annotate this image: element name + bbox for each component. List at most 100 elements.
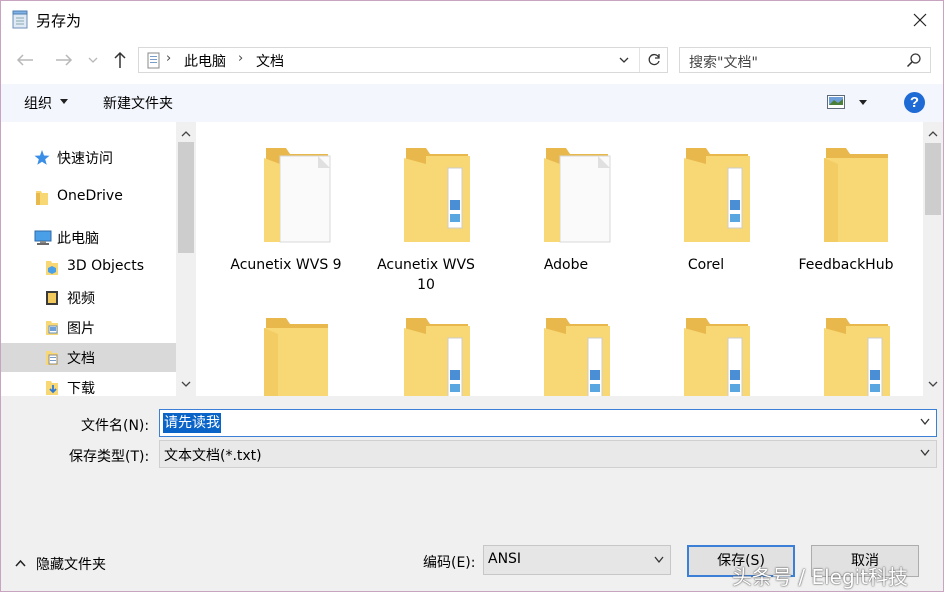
chevron-up-icon [181,130,191,136]
view-options-dropdown[interactable] [859,100,867,105]
downloads-icon [46,381,58,395]
recent-locations-button[interactable] [83,47,103,73]
address-bar[interactable]: › 此电脑 › 文档 [138,47,668,73]
organize-button[interactable]: 组织 [24,93,52,113]
chevron-down-icon[interactable] [920,418,930,426]
nav-scroll-down-button[interactable] [178,376,194,392]
nav-item-documents[interactable]: 文档 [1,343,176,372]
back-button[interactable] [12,47,38,73]
nav-label: 图片 [67,321,95,337]
pictures-icon [46,321,58,335]
filetype-value: 文本文档(*.txt) [164,448,262,464]
file-name: Acunetix WVS 10 [377,257,475,293]
search-icon [906,53,921,68]
view-mode-icon[interactable] [827,95,845,109]
folder-with-files-icon [684,318,750,396]
file-item[interactable] [496,292,636,396]
breadcrumb-this-pc[interactable]: 此电脑 [184,51,226,71]
file-item[interactable] [356,292,496,396]
file-item[interactable] [216,292,356,396]
nav-label: 快速访问 [57,151,113,167]
filetype-label: 保存类型(T): [69,449,150,465]
encoding-label: 编码(E): [423,555,476,571]
up-button[interactable] [107,47,133,73]
chevron-up-icon [15,559,26,567]
watermark-text: 头条号 / Elegit科技 [732,565,909,589]
folder-with-files-icon [404,318,470,396]
refresh-icon [648,53,660,66]
breadcrumb-documents[interactable]: 文档 [256,51,284,71]
documents-icon [46,351,58,365]
arrow-up-icon [114,51,126,68]
file-item[interactable]: Corel [636,122,776,292]
nav-label: 下载 [67,381,95,396]
filename-label: 文件名(N): [81,418,150,434]
encoding-select[interactable]: ANSI [483,545,671,575]
file-name: Corel [687,257,725,273]
nav-item-videos[interactable]: 视频 [1,283,176,312]
encoding-value: ANSI [488,551,522,567]
nav-item-downloads[interactable]: 下载 [1,373,176,396]
caret-down-icon [60,99,68,104]
documents-icon [147,52,160,69]
folder-icon [264,318,328,396]
save-as-dialog: 另存为 › 此电脑 › 文档 搜索"文档" 组织 新建文件夹 ? 快速访问 On… [0,0,944,592]
folder-with-document-icon [264,148,331,243]
onedrive-folder-icon [36,191,48,205]
arrow-right-icon [56,54,73,66]
close-icon [913,13,927,27]
folder-with-files-icon [824,318,890,396]
breadcrumb-separator-icon: › [238,51,244,66]
chevron-down-icon [654,556,664,564]
nav-label: 文档 [67,351,95,367]
nav-item-pictures[interactable]: 图片 [1,313,176,342]
arrow-left-icon [16,54,33,66]
nav-item-quick-access[interactable]: 快速访问 [1,143,176,172]
nav-item-onedrive[interactable]: OneDrive [1,183,176,212]
file-list-pane: Acunetix WVS 9 Acunetix WVS 10 Adobe Corel Fe… [196,122,923,396]
file-item[interactable] [776,292,916,396]
file-item[interactable]: FeedbackHub [776,122,916,292]
file-item[interactable]: Adobe [496,122,636,292]
filename-value[interactable]: 请先读我 [163,413,221,433]
chevron-down-icon [88,57,98,63]
nav-label: 此电脑 [57,231,99,247]
nav-scroll-up-button[interactable] [178,125,194,141]
folder-with-files-icon [544,318,610,396]
3d-objects-icon [46,261,58,275]
refresh-button[interactable] [639,48,667,72]
file-item[interactable] [636,292,776,396]
dialog-title: 另存为 [36,12,82,30]
close-button[interactable] [897,1,943,39]
files-scroll-down-button[interactable] [925,376,941,392]
command-toolbar: 组织 新建文件夹 ? [1,84,943,122]
file-item[interactable]: Acunetix WVS 9 [216,122,356,292]
address-history-button[interactable] [613,48,635,72]
nav-scrollbar-thumb[interactable] [178,142,194,253]
new-folder-button[interactable]: 新建文件夹 [103,93,173,113]
chevron-down-icon [619,57,629,63]
filename-input[interactable]: 请先读我 [159,409,937,437]
computer-icon [34,230,52,245]
forward-button[interactable] [51,47,77,73]
file-item[interactable]: Acunetix WVS 10 [356,122,496,293]
search-placeholder: 搜索"文档" [689,55,758,71]
file-name: Acunetix WVS 9 [230,257,342,273]
folder-with-files-icon [404,148,470,242]
chevron-down-icon [920,449,930,457]
nav-item-3d-objects[interactable]: 3D Objects [1,253,176,282]
title-bar: 另存为 [1,1,943,39]
hide-folders-label: 隐藏文件夹 [36,557,106,573]
files-scrollbar-thumb[interactable] [925,143,941,215]
folder-with-document-icon [544,148,611,243]
filetype-select[interactable]: 文本文档(*.txt) [159,440,937,468]
notepad-icon [12,10,28,29]
nav-label: 3D Objects [67,258,145,274]
help-button[interactable]: ? [904,92,925,113]
nav-item-this-pc[interactable]: 此电脑 [1,223,176,252]
folder-with-files-icon [684,148,750,242]
files-scroll-up-button[interactable] [925,125,941,141]
chevron-down-icon [181,381,191,387]
chevron-down-icon [928,381,938,387]
search-box[interactable]: 搜索"文档" [679,47,931,73]
